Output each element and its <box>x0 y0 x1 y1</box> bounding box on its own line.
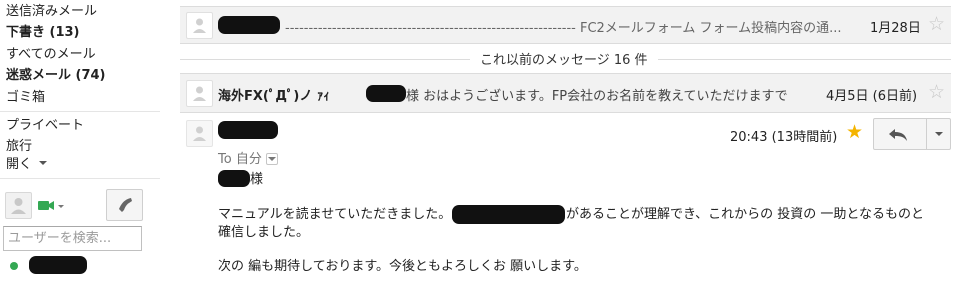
phone-call-button[interactable] <box>106 189 143 221</box>
body-line-1b: があることが理解でき、これからの 投資の 一助となるものと <box>566 207 924 222</box>
nav-more-toggle[interactable]: 開く <box>6 156 48 173</box>
nav-spam[interactable]: 迷惑メール (74) <box>6 67 106 84</box>
redacted-recipient-name <box>366 85 406 102</box>
reply-arrow-icon <box>889 129 907 141</box>
left-navigation: 送信済みメール 下書き (13) すべてのメール 迷惑メール (74) ゴミ箱 … <box>0 0 165 284</box>
message-date: 20:43 (13時間前) <box>730 130 838 145</box>
redacted-sender-name <box>218 16 280 34</box>
more-options-button[interactable] <box>926 118 951 150</box>
sender-avatar <box>186 12 213 39</box>
show-details-toggle[interactable] <box>265 152 278 165</box>
nav-drafts[interactable]: 下書き (13) <box>6 24 80 41</box>
nav-more-label: 開く <box>6 157 33 172</box>
person-icon <box>193 86 206 101</box>
greeting-suffix: 様 <box>250 172 264 187</box>
video-status-button[interactable] <box>37 198 67 214</box>
person-icon <box>193 126 206 141</box>
message-date: 4月5日 (6日前) <box>826 89 918 104</box>
label-private[interactable]: プライベート <box>6 117 84 134</box>
person-icon <box>193 18 206 33</box>
expand-older-messages[interactable]: これ以前のメッセージ 16 件 <box>470 49 658 68</box>
message-snippet: 様 おはようございます。FP会社のお名前を教えていただけますで <box>406 89 788 104</box>
collapsed-message-2[interactable]: 海外FX(ﾟДﾟ)ノ ｧｨ 様 おはようございます。FP会社のお名前を教えていた… <box>180 73 951 113</box>
user-avatar[interactable] <box>5 192 32 219</box>
chevron-down-icon <box>267 156 276 161</box>
recipient-line: To 自分 <box>218 148 278 167</box>
nav-sent-mail[interactable]: 送信済みメール <box>6 3 97 20</box>
label-travel[interactable]: 旅行 <box>6 138 32 155</box>
redacted-sender-name <box>218 121 278 139</box>
phone-icon <box>119 198 132 212</box>
chevron-down-icon <box>935 132 943 136</box>
star-icon[interactable]: ★ <box>846 123 863 142</box>
chat-divider <box>0 178 160 179</box>
video-camera-icon <box>38 201 64 210</box>
nav-divider <box>0 111 160 112</box>
reply-button[interactable] <box>873 118 927 150</box>
sender-avatar <box>186 120 213 147</box>
redacted-recipient-name <box>218 170 250 187</box>
sender-name: 海外FX(ﾟДﾟ)ノ ｧｨ <box>218 89 330 104</box>
redacted-body-text <box>452 205 565 224</box>
nav-all-mail[interactable]: すべてのメール <box>6 46 96 63</box>
message-date: 1月28日 <box>870 21 921 36</box>
online-status-dot <box>10 262 18 270</box>
conversation-thread: ----------------------------------------… <box>180 0 957 284</box>
message-snippet: ----------------------------------------… <box>285 21 842 36</box>
star-icon[interactable]: ☆ <box>928 15 945 34</box>
body-line-3: 次の 編も期待しております。今後ともよろしくお 願いします。 <box>218 259 587 274</box>
gmail-screen: 送信済みメール 下書き (13) すべてのメール 迷惑メール (74) ゴミ箱 … <box>0 0 957 284</box>
people-search-input[interactable] <box>3 226 142 251</box>
recipient-label: To 自分 <box>218 152 262 167</box>
chat-toolbar <box>3 188 145 222</box>
body-line-2: 確信しました。 <box>218 225 310 240</box>
sender-avatar <box>186 80 213 107</box>
nav-trash[interactable]: ゴミ箱 <box>6 89 45 106</box>
body-line-1a: マニュアルを読ませていただきました。 <box>218 207 452 222</box>
star-icon[interactable]: ☆ <box>928 83 945 102</box>
person-icon <box>11 198 26 214</box>
redacted-contact-name <box>29 256 87 274</box>
collapsed-message-1[interactable]: ----------------------------------------… <box>180 6 951 44</box>
chevron-down-icon <box>39 161 48 165</box>
